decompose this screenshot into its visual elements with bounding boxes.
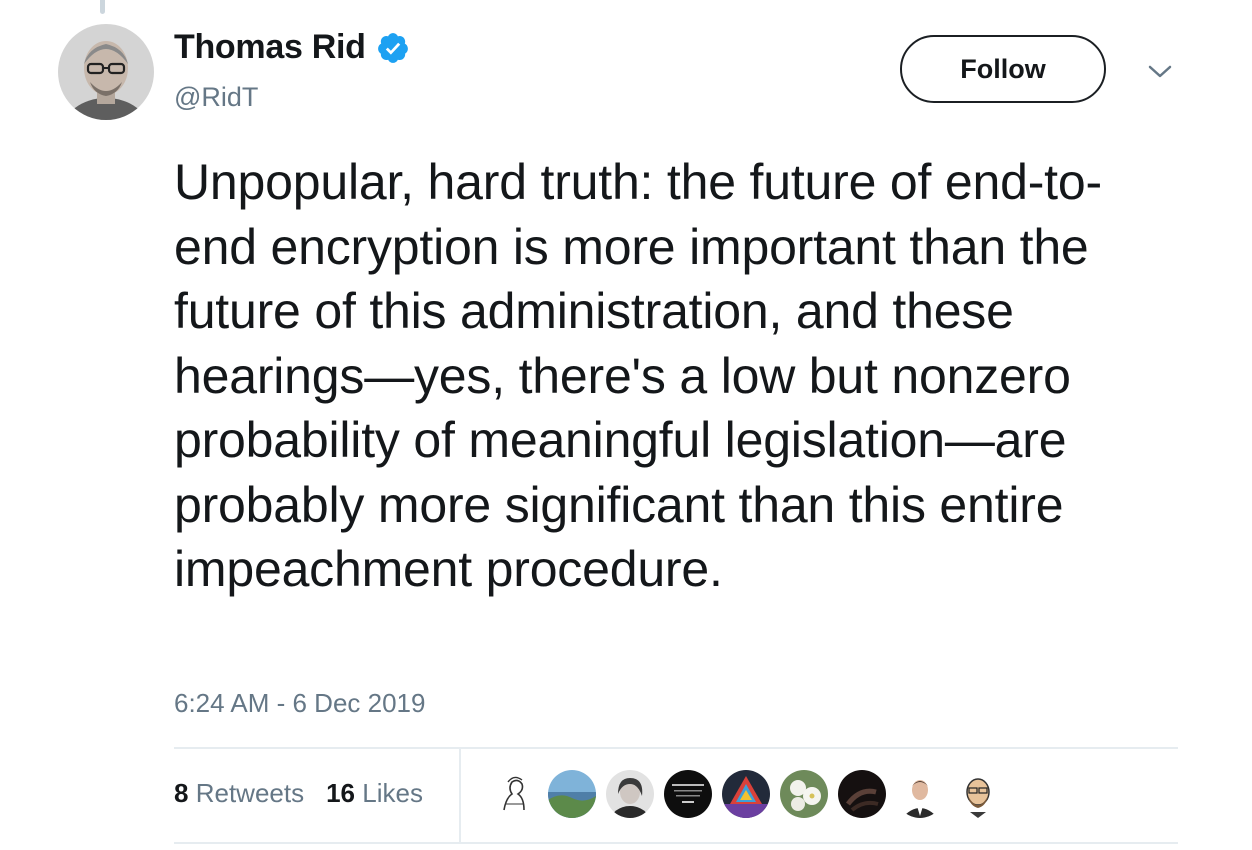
divider <box>174 747 1178 749</box>
liker-avatar[interactable] <box>664 770 712 818</box>
follow-button[interactable]: Follow <box>900 35 1106 103</box>
liker-avatar[interactable] <box>548 770 596 818</box>
retweets-count: 8 <box>174 778 189 808</box>
retweets-label: Retweets <box>195 778 305 808</box>
liker-avatar[interactable] <box>780 770 828 818</box>
tweet-text: Unpopular, hard truth: the future of end… <box>174 154 1102 597</box>
likes-label: Likes <box>362 778 423 808</box>
liker-avatar[interactable] <box>606 770 654 818</box>
tweet-stats: 8 Retweets 16 Likes <box>174 778 423 809</box>
chevron-down-icon[interactable] <box>1147 62 1173 82</box>
retweets-stat[interactable]: 8 Retweets <box>174 778 304 809</box>
likes-stat[interactable]: 16 Likes <box>326 778 423 809</box>
author-avatar[interactable] <box>58 24 154 120</box>
verified-badge-icon <box>376 31 410 65</box>
tweet-timestamp[interactable]: 6:24 AM - 6 Dec 2019 <box>174 688 425 719</box>
author-name-row: Thomas Rid <box>174 28 410 67</box>
author-handle[interactable]: @RidT <box>174 82 258 113</box>
author-name[interactable]: Thomas Rid <box>174 28 366 67</box>
likes-count: 16 <box>326 778 356 808</box>
thread-connector <box>100 0 105 14</box>
liker-avatar[interactable] <box>722 770 770 818</box>
liker-avatar[interactable] <box>954 770 1002 818</box>
liker-avatar[interactable] <box>896 770 944 818</box>
liker-avatars <box>490 770 1002 818</box>
stats-separator <box>459 749 461 842</box>
liker-avatar[interactable] <box>838 770 886 818</box>
divider <box>174 842 1178 844</box>
liker-avatar[interactable] <box>490 770 538 818</box>
